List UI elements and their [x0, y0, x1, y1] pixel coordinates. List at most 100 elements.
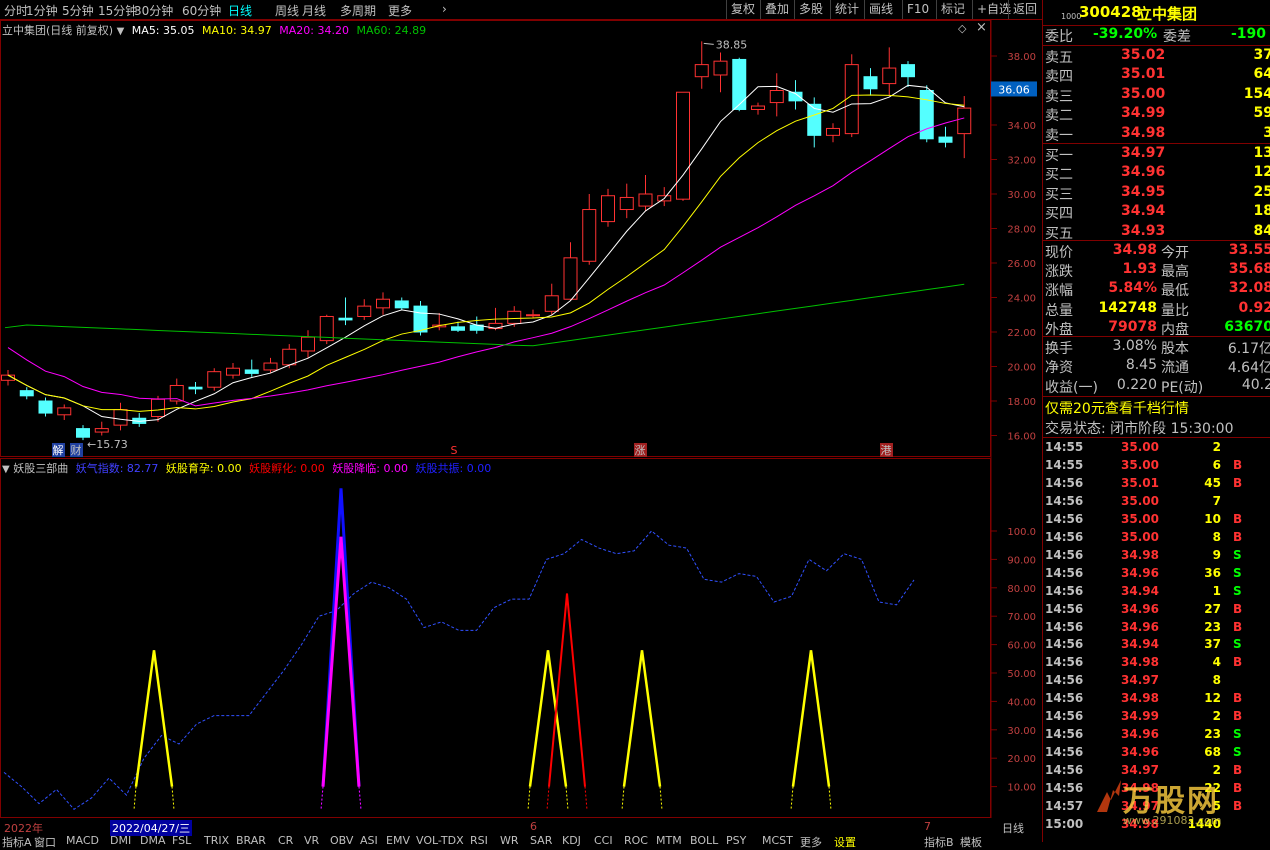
bid-price: 34.94 — [1121, 203, 1166, 220]
quote-stat-row: 涨跌 1.93 最高 35.68 — [1043, 261, 1270, 280]
promo-row[interactable]: 仅需20元查看千档行情 — [1043, 398, 1270, 417]
indicator-tab[interactable]: EMV — [386, 834, 410, 847]
price-axis-label: 30.00 — [1007, 190, 1036, 201]
timeframe-tab[interactable]: 30分钟 — [134, 2, 173, 19]
indicator-tab[interactable]: BOLL — [690, 834, 718, 847]
timeframe-tab[interactable]: 月线 — [302, 2, 326, 19]
tick-row: 14:56 34.97 8 — [1043, 672, 1270, 690]
timeframe-tab[interactable]: 1分钟 — [26, 2, 58, 19]
toolbar-button[interactable]: 返回 — [1008, 0, 1041, 19]
timeframe-tab[interactable]: 更多 — [388, 2, 412, 19]
indicator-tab[interactable]: PSY — [726, 834, 746, 847]
ask-price: 35.01 — [1121, 66, 1166, 83]
indicator-tab[interactable]: VR — [304, 834, 319, 847]
indicator-tab[interactable]: WR — [500, 834, 519, 847]
stat-value: 5.84% — [1108, 280, 1157, 297]
toolbar-button[interactable]: 复权 — [726, 0, 759, 19]
timeframe-tab[interactable]: 15分钟 — [98, 2, 137, 19]
stat-value: 4.64亿 — [1227, 360, 1270, 377]
indicator-tab[interactable]: SAR — [530, 834, 552, 847]
candle-body — [526, 314, 540, 317]
stat-label: 量比 — [1161, 302, 1189, 319]
tick-price: 34.96 — [1121, 727, 1159, 742]
indicator-tab[interactable]: MTM — [656, 834, 682, 847]
stat-label: 现价 — [1045, 245, 1073, 261]
bid-level-row[interactable]: 买二 34.96 12 — [1043, 164, 1270, 183]
indicator-tab[interactable]: CR — [278, 834, 293, 847]
tick-time: 14:56 — [1045, 745, 1084, 760]
toolbar-button[interactable]: 叠加 — [760, 0, 793, 19]
ask-level-row[interactable]: 卖五 35.02 37 — [1043, 47, 1270, 66]
candle-body — [19, 390, 34, 397]
tick-time: 14:56 — [1045, 493, 1084, 508]
indicator-tab[interactable]: 设置 — [834, 834, 856, 850]
promo-link[interactable]: 仅需20元查看千档行情 — [1045, 398, 1189, 418]
timeframe-tab[interactable]: 5分钟 — [62, 2, 94, 19]
timeframe-tab[interactable]: 日线 — [228, 2, 252, 19]
indicator-tab[interactable]: ROC — [624, 834, 648, 847]
bid-level-row[interactable]: 买五 34.93 84 — [1043, 223, 1270, 242]
bid-volume: 84 — [1253, 222, 1270, 239]
indicator-tab[interactable]: 窗口 — [34, 834, 56, 850]
toolbar-button[interactable]: F10 — [902, 0, 933, 19]
tick-price: 35.00 — [1121, 493, 1159, 508]
tick-price: 34.96 — [1121, 745, 1159, 760]
indicator-tab[interactable]: MCST — [762, 834, 793, 847]
kline-chart-panel[interactable]: 立中集团(日线 前复权) ▼ MA5: 35.05 MA10: 34.97 MA… — [0, 20, 1042, 458]
stat-label: 净资 — [1045, 360, 1073, 377]
indicator-tab[interactable]: ASI — [360, 834, 378, 847]
indicator-axis-label: 90.00 — [1007, 555, 1036, 566]
tick-side: S — [1233, 637, 1242, 652]
candle-body — [863, 76, 878, 90]
timeframe-tab[interactable]: 分时 — [4, 2, 28, 19]
indicator-tab[interactable]: MACD — [66, 834, 99, 847]
indicator-tab[interactable]: BRAR — [236, 834, 266, 847]
toolbar-button[interactable]: 画线 — [864, 0, 897, 19]
tick-price: 34.98 — [1121, 655, 1159, 670]
indicator-tab-right[interactable]: 模板 — [960, 834, 982, 850]
candle-body — [226, 367, 240, 376]
candle-body — [244, 369, 259, 374]
bid-level-row[interactable]: 买一 34.97 13 — [1043, 145, 1270, 164]
indicator-tab[interactable]: KDJ — [562, 834, 581, 847]
tick-time: 14:56 — [1045, 475, 1084, 490]
weicha-value: -190 — [1231, 26, 1267, 42]
toolbar-button[interactable]: 标记 — [936, 0, 969, 19]
ask-level-row[interactable]: 卖二 34.99 59 — [1043, 105, 1270, 124]
timeframe-tab[interactable]: 60分钟 — [182, 2, 221, 19]
indicator-tab[interactable]: DMA — [140, 834, 166, 847]
indicator-panel[interactable]: ▼ 妖股三部曲 妖气指数: 82.77 妖股育孕: 0.00 妖股孵化: 0.0… — [0, 458, 1042, 836]
ask-level-row[interactable]: 卖四 35.01 64 — [1043, 66, 1270, 85]
timeframe-tab[interactable]: 多周期 — [340, 2, 376, 19]
indicator-tab[interactable]: VOL-TDX — [416, 834, 464, 847]
indicator-tab-right[interactable]: 指标B — [924, 834, 954, 850]
indicator-tab[interactable]: DMI — [110, 834, 131, 847]
indicator-tab[interactable]: OBV — [330, 834, 353, 847]
quote-stat-row: 外盘 79078 内盘 63670 — [1043, 319, 1270, 338]
indicator-tab[interactable]: CCI — [594, 834, 613, 847]
stat-label: 涨幅 — [1045, 283, 1073, 300]
indicator-tab[interactable]: 更多 — [800, 834, 822, 850]
stat-value: 6.17亿 — [1227, 341, 1270, 357]
indicator-tab[interactable]: TRIX — [204, 834, 229, 847]
toolbar-button[interactable]: 多股 — [794, 0, 827, 19]
bid-level-row[interactable]: 买四 34.94 18 — [1043, 203, 1270, 222]
tick-side: S — [1233, 583, 1242, 598]
bid-level-row[interactable]: 买三 34.95 25 — [1043, 184, 1270, 203]
tick-side: S — [1233, 547, 1242, 562]
ask-level-row[interactable]: 卖一 34.98 3 — [1043, 125, 1270, 144]
indicator-tab[interactable]: FSL — [172, 834, 191, 847]
tick-volume: 9 — [1212, 547, 1221, 562]
price-axis-label: 34.00 — [1007, 121, 1036, 132]
tick-volume: 1 — [1212, 583, 1221, 598]
tick-price: 34.96 — [1121, 601, 1159, 616]
quote-stat-row: 净资 8.45 流通 4.64亿 — [1043, 357, 1270, 376]
more-arrow-icon[interactable]: › — [442, 2, 447, 16]
indicator-tab[interactable]: RSI — [470, 834, 488, 847]
toolbar-button[interactable]: 统计 — [830, 0, 863, 19]
timeframe-tab[interactable]: 周线 — [275, 2, 299, 19]
candle-body — [57, 407, 72, 416]
indicator-tab[interactable]: 指标A — [2, 834, 32, 850]
ask-level-row[interactable]: 卖三 35.00 154 — [1043, 86, 1270, 105]
trade-status: 交易状态: 闭市阶段 15:30:00 — [1045, 421, 1234, 437]
